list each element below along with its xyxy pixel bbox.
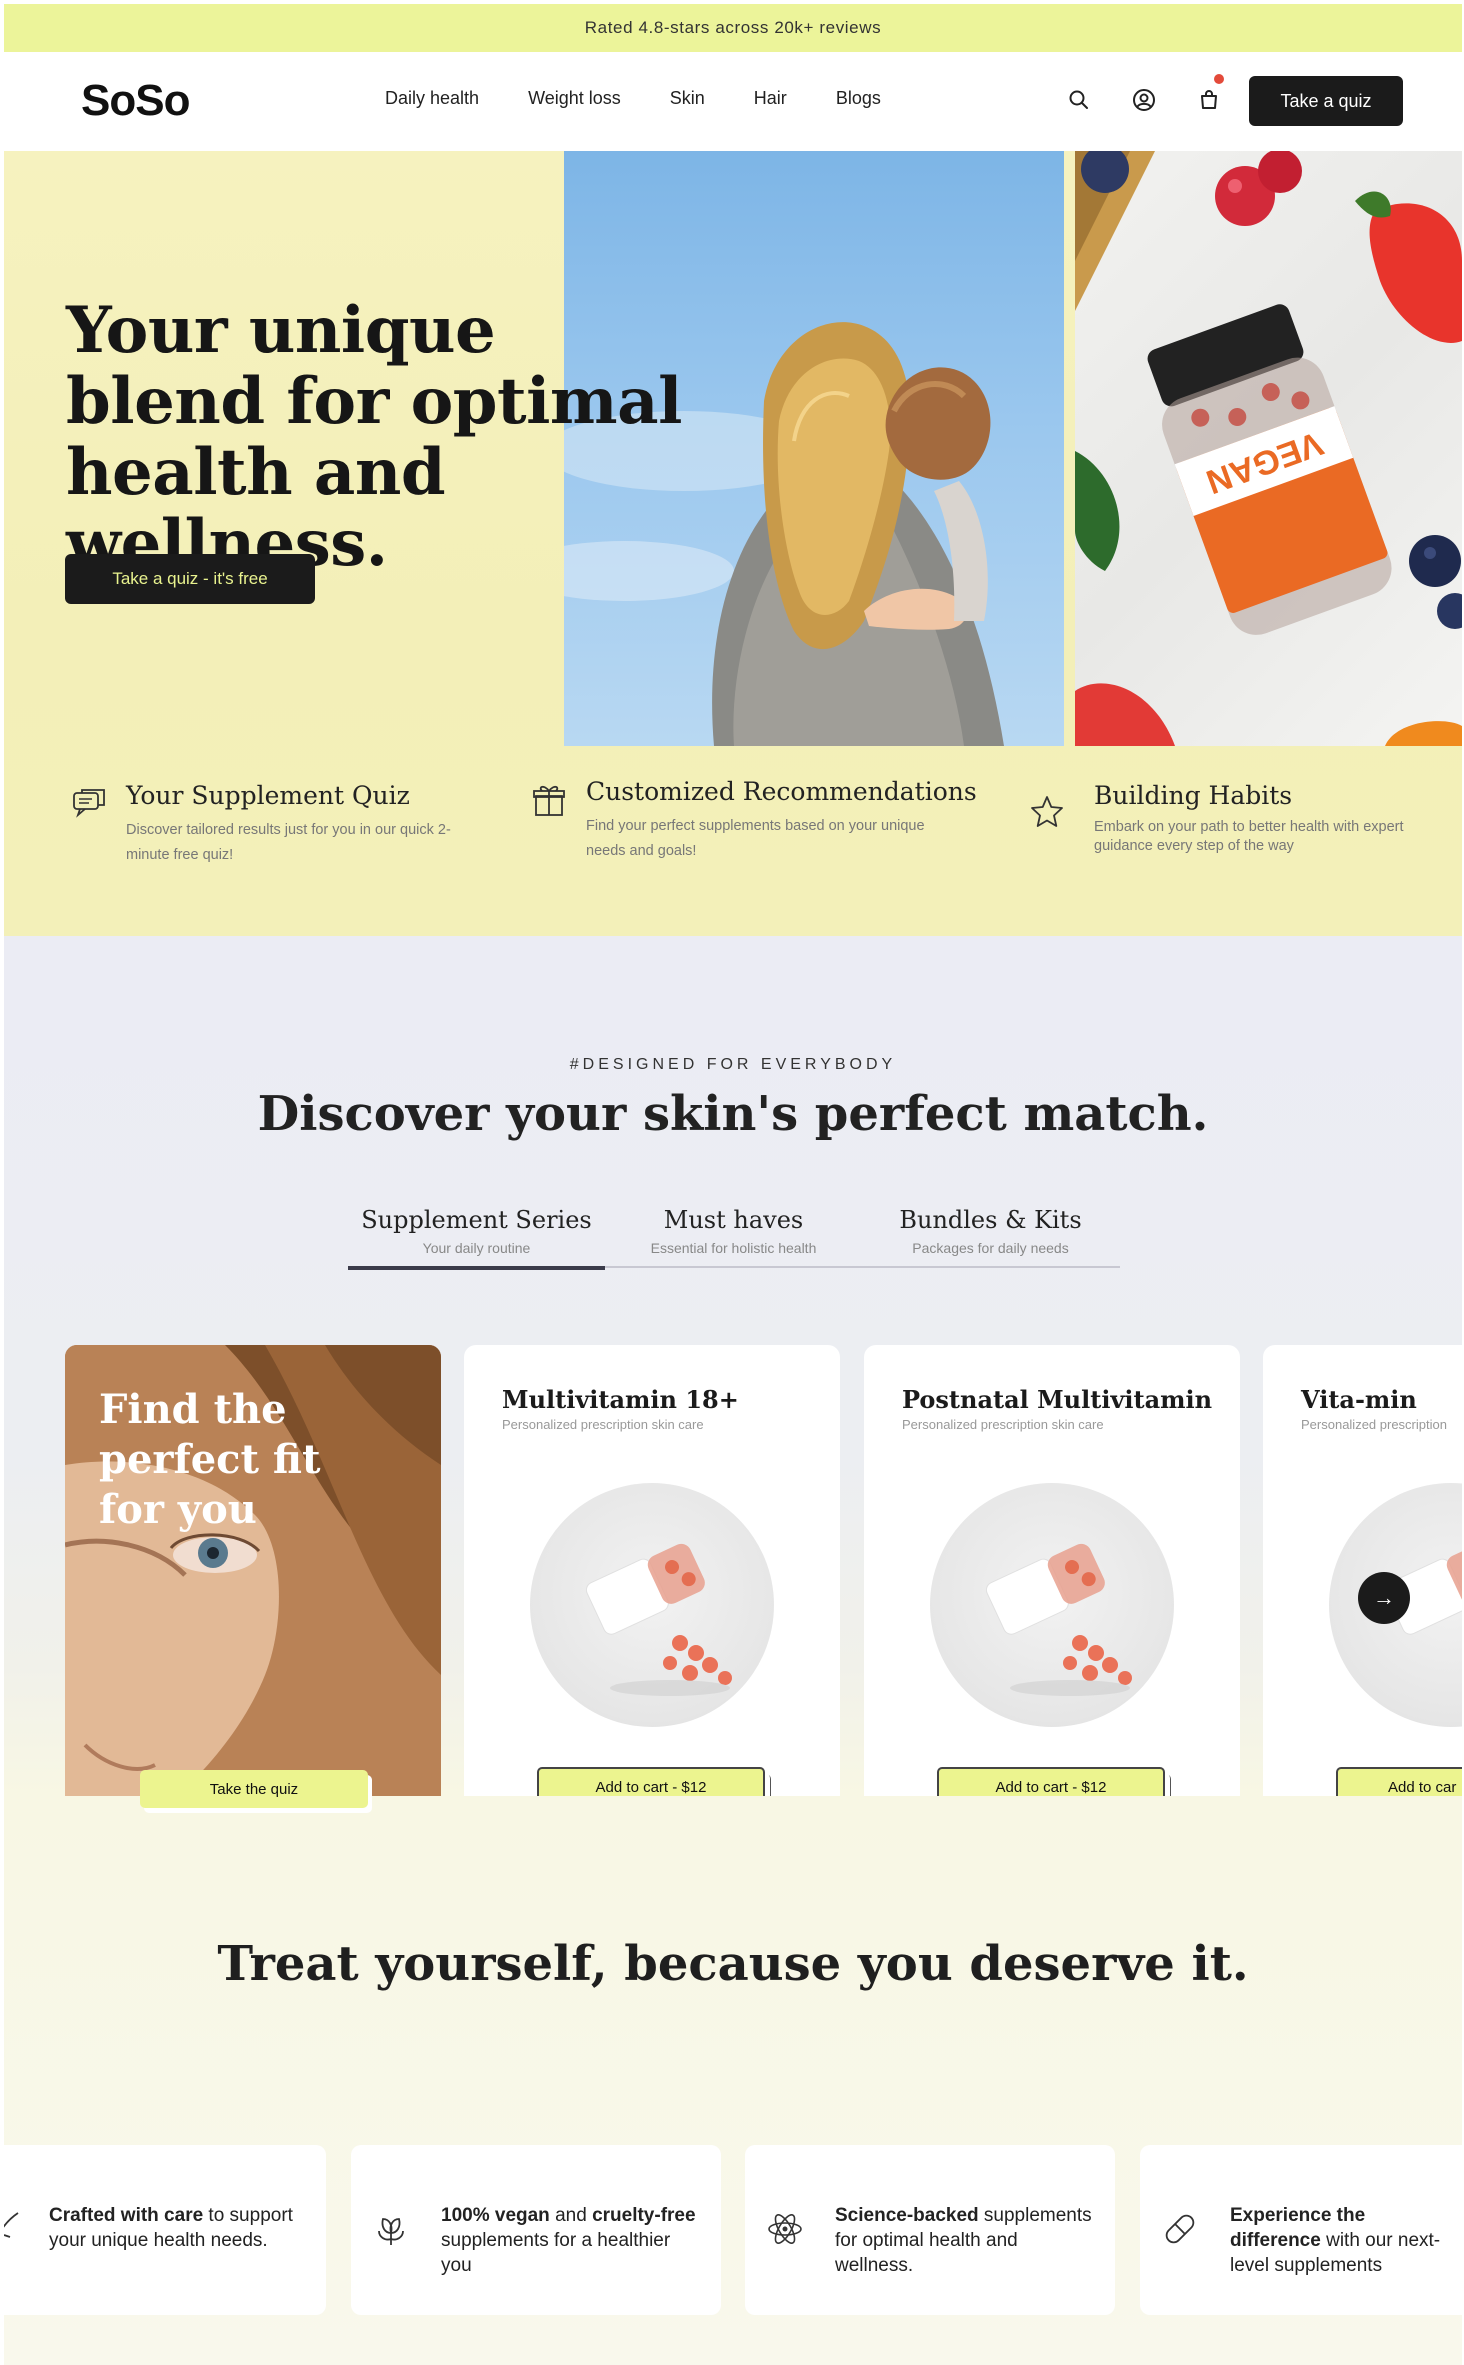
feature-desc: Find your perfect supplements based on y… [586, 818, 925, 859]
benefit-bold: Science-backed [835, 2205, 979, 2226]
tab-must-haves[interactable]: Must haves Essential for holistic health [605, 1206, 862, 1266]
section-tag: #DESIGNED FOR EVERYBODY [569, 1056, 897, 1073]
arrow-right-icon: → [1373, 1585, 1395, 1610]
nav-blogs[interactable]: Blogs [836, 88, 881, 109]
product-subtitle: Personalized prescription skin care [902, 1417, 1104, 1432]
nav-weight-loss[interactable]: Weight loss [528, 88, 621, 109]
cart-icon[interactable] [1194, 85, 1224, 115]
tab-sub: Packages for daily needs [912, 1240, 1069, 1256]
product-subtitle: Personalized prescription [1301, 1417, 1447, 1432]
promo-card[interactable]: Find the perfect fit for you Take the qu… [65, 1345, 441, 1847]
benefit-text: Experience the difference with our next-… [1230, 2203, 1455, 2278]
tab-sub: Your daily routine [422, 1240, 531, 1256]
benefit-text: 100% vegan and cruelty-free supplements … [441, 2203, 701, 2278]
logo[interactable]: SoSo [81, 76, 190, 126]
product-name: Multivitamin 18+ [502, 1385, 739, 1414]
benefit-rest: and [549, 2205, 593, 2226]
tab-sub: Essential for holistic health [650, 1240, 817, 1256]
product-card[interactable]: Multivitamin 18+ Personalized prescripti… [464, 1345, 840, 1847]
capsule-icon [1165, 2214, 1195, 2244]
gift-icon [533, 785, 565, 816]
tab-label: Bundles & Kits [899, 1206, 1082, 1234]
feature-title: Your Supplement Quiz [126, 781, 410, 810]
benefits-title: Treat yourself, because you deserve it. [217, 1936, 1249, 1992]
star-icon [1031, 796, 1063, 827]
take-the-quiz-button[interactable]: Take the quiz [140, 1770, 368, 1808]
site-header: SoSo Daily health Weight loss Skin Hair … [4, 52, 1462, 151]
benefit-bold-2: cruelty-free [592, 2205, 696, 2226]
product-name: Postnatal Multivitamin [902, 1385, 1213, 1414]
tab-label: Must haves [663, 1206, 804, 1234]
product-tabs: Supplement Series Your daily routine Mus… [348, 1206, 1120, 1270]
account-icon[interactable] [1129, 85, 1159, 115]
nav-hair[interactable]: Hair [754, 88, 787, 109]
tab-label: Supplement Series [361, 1206, 592, 1234]
announcement-bar: Rated 4.8-stars across 20k+ reviews [4, 4, 1462, 52]
hero-features: Your Supplement Quiz Discover tailored r… [4, 777, 1462, 901]
product-image [930, 1483, 1174, 1727]
benefit-bold: Crafted with care [49, 2205, 204, 2226]
nav-daily-health[interactable]: Daily health [385, 88, 479, 109]
announcement-text: Rated 4.8-stars across 20k+ reviews [584, 18, 882, 37]
products-section: #DESIGNED FOR EVERYBODY Discover your sk… [4, 936, 1462, 1847]
feature-desc: Discover tailored results just for you i… [126, 822, 451, 863]
promo-title: Find the perfect fit for you [99, 1386, 321, 1533]
benefit-card: Science-backed supplements for optimal h… [745, 2145, 1115, 2315]
benefit-card: Crafted with care to support your unique… [4, 2145, 326, 2315]
carousel-next-button[interactable]: → [1358, 1572, 1410, 1624]
hero-title: Your unique blend for optimal health and… [66, 293, 682, 581]
hero-photo-vegan-bottle: VEGAN [1075, 151, 1462, 746]
search-icon[interactable] [1064, 85, 1094, 115]
cart-notification-dot [1214, 74, 1224, 84]
take-quiz-button[interactable]: Take a quiz [1249, 76, 1403, 126]
feather-icon [4, 2212, 19, 2238]
nav-skin[interactable]: Skin [670, 88, 705, 109]
tab-supplement-series[interactable]: Supplement Series Your daily routine [348, 1206, 605, 1270]
product-card[interactable]: Postnatal Multivitamin Personalized pres… [864, 1345, 1240, 1847]
main-nav: Daily health Weight loss Skin Hair Blogs [385, 88, 930, 109]
feature-title: Customized Recommendations [586, 777, 977, 806]
tab-bundles-kits[interactable]: Bundles & Kits Packages for daily needs [862, 1206, 1119, 1266]
benefit-bold: 100% vegan [441, 2205, 550, 2226]
benefit-card: 100% vegan and cruelty-free supplements … [351, 2145, 721, 2315]
leaf-icon [378, 2218, 404, 2245]
feature-desc: Embark on your path to better health wit… [1094, 819, 1404, 854]
product-image [530, 1483, 774, 1727]
product-name: Vita-min [1301, 1385, 1417, 1414]
benefit-text: Science-backed supplements for optimal h… [835, 2203, 1095, 2278]
benefit-card: Experience the difference with our next-… [1140, 2145, 1462, 2315]
chat-bubbles-icon [73, 789, 105, 818]
section-title: Discover your skin's perfect match. [257, 1086, 1209, 1142]
benefit-rest-2: supplements for a healthier you [441, 2230, 671, 2276]
atom-icon [768, 2214, 802, 2244]
hero-take-quiz-button[interactable]: Take a quiz - it's free [65, 554, 315, 604]
benefit-text: Crafted with care to support your unique… [49, 2203, 309, 2253]
benefits-section: Treat yourself, because you deserve it. … [4, 1796, 1462, 2365]
product-subtitle: Personalized prescription skin care [502, 1417, 704, 1432]
feature-title: Building Habits [1094, 781, 1293, 810]
hero-section: VEGAN Your unique blend for optimal heal… [4, 151, 1462, 936]
